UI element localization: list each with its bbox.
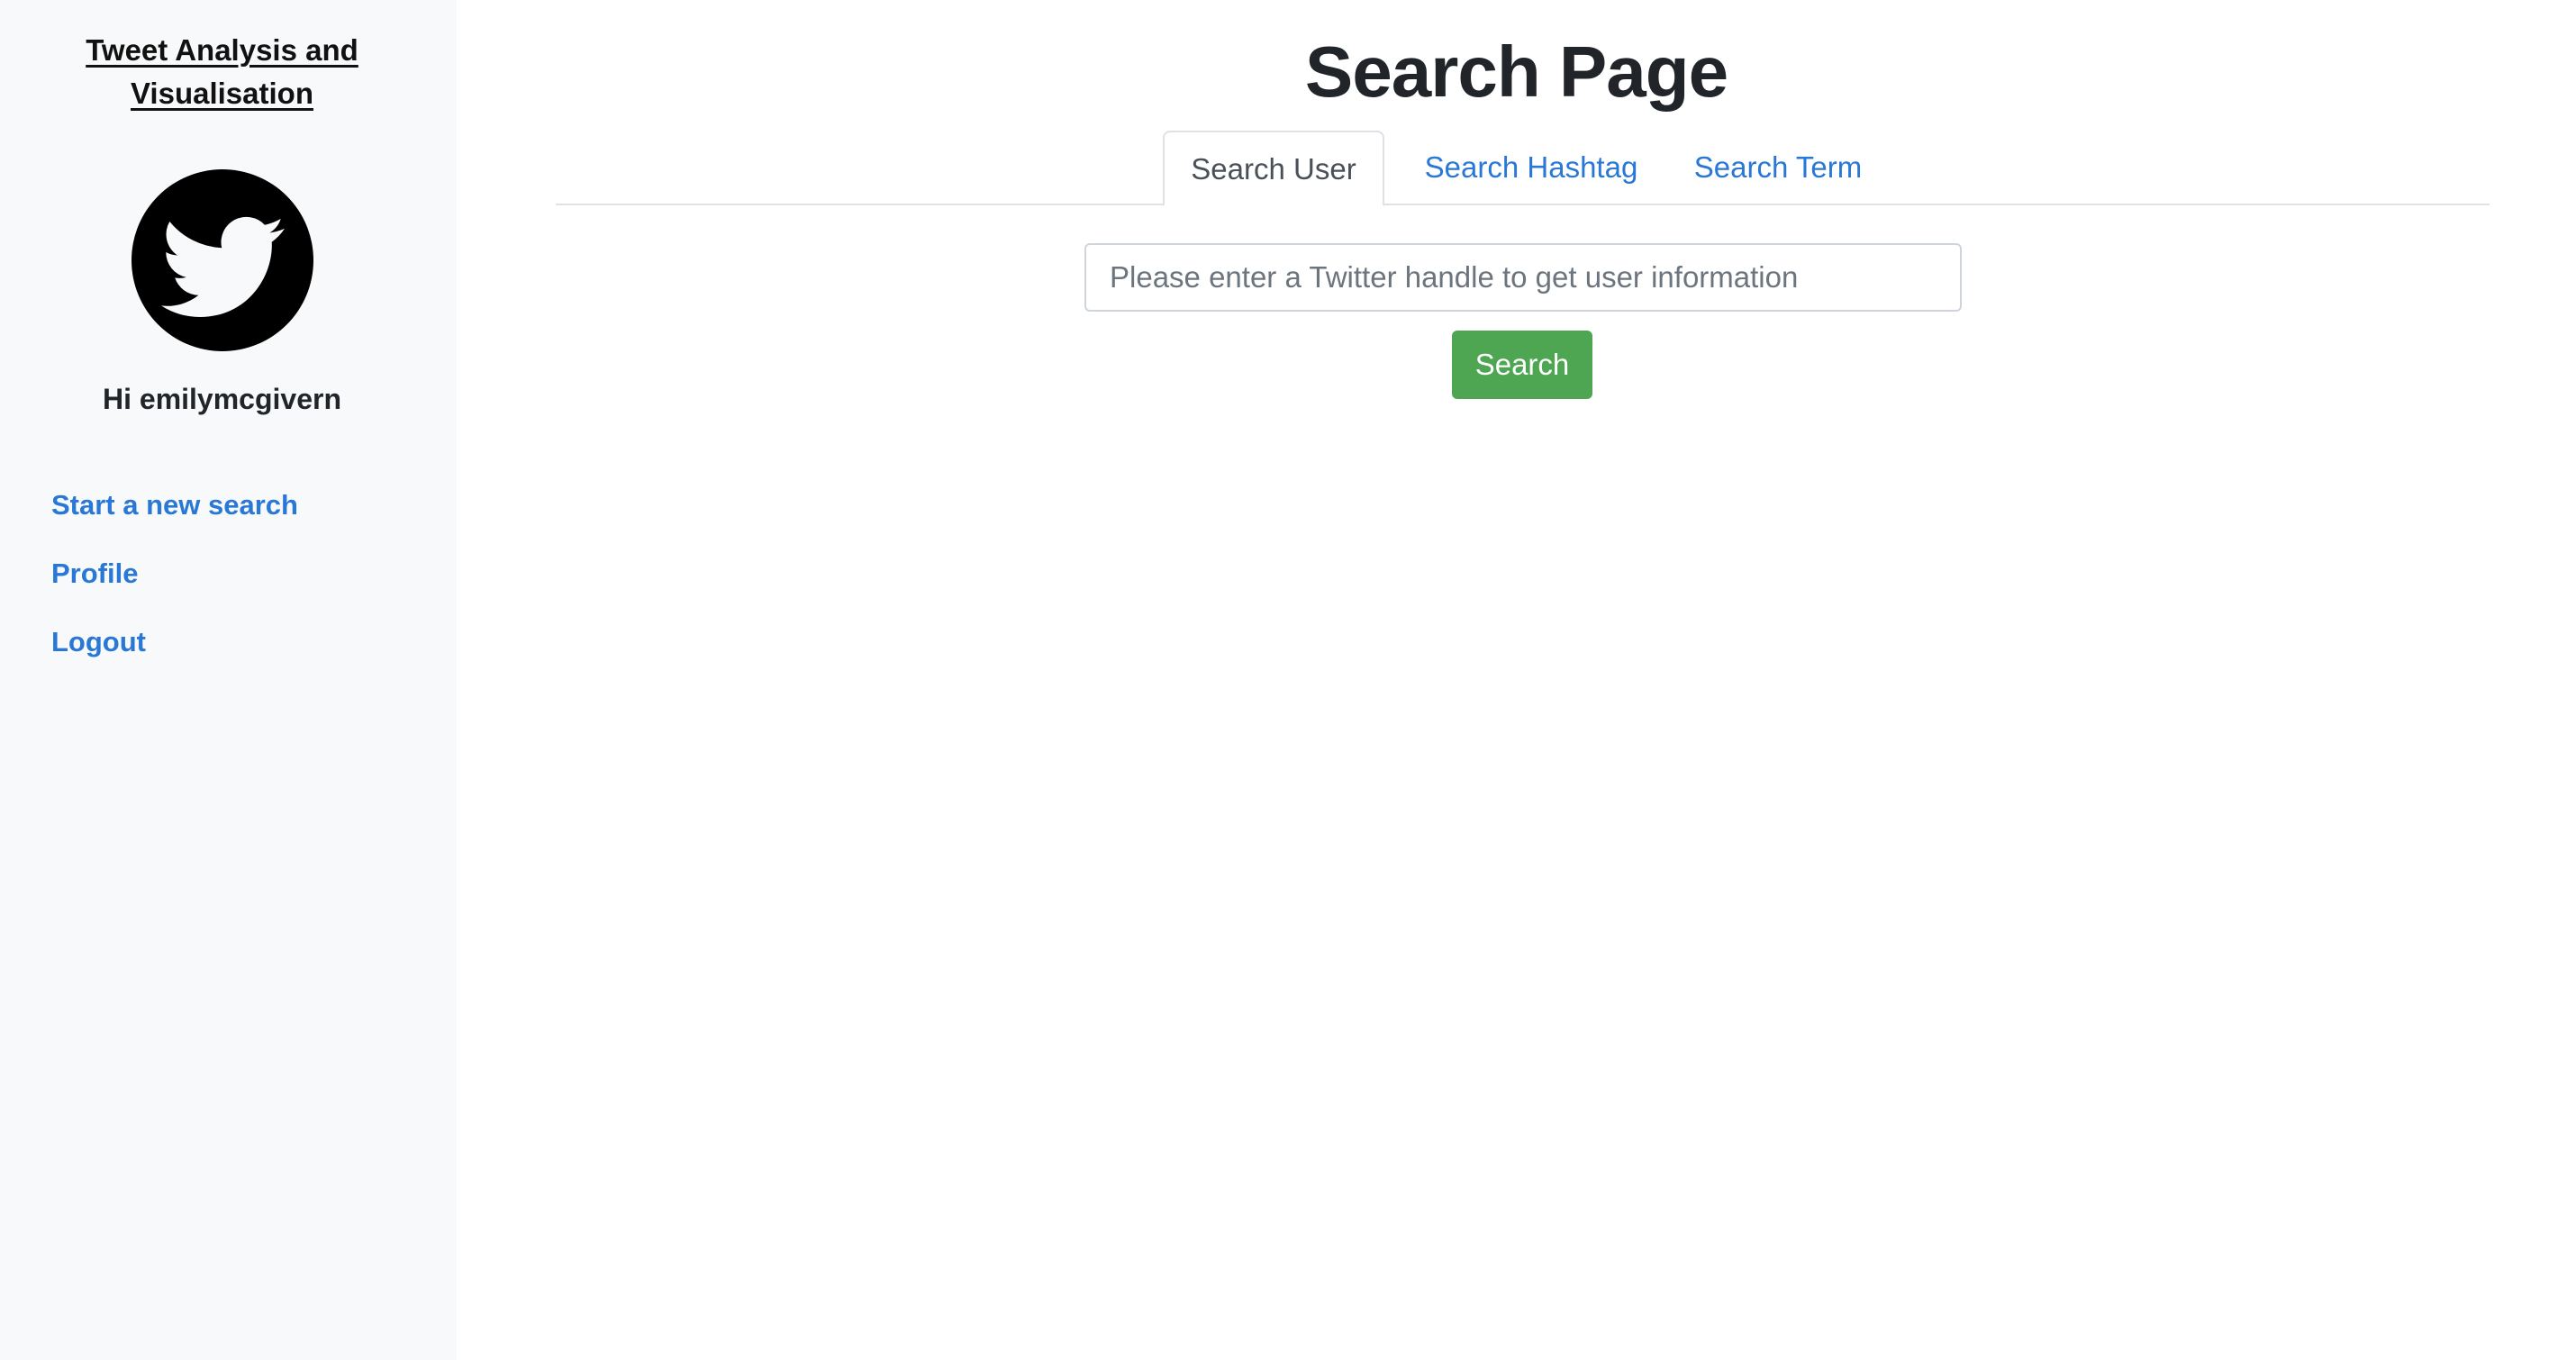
nav-start-new-search[interactable]: Start a new search xyxy=(51,485,298,526)
tab-search-term[interactable]: Search Term xyxy=(1679,131,1877,204)
twitter-bird-icon xyxy=(132,169,313,351)
main-content: Search Page Search User Search Hashtag S… xyxy=(457,0,2576,1360)
page-title: Search Page xyxy=(1304,32,1728,112)
sidebar-nav: Start a new search Profile Logout xyxy=(51,485,298,690)
app-title-link[interactable]: Tweet Analysis and Visualisation xyxy=(0,29,444,115)
tab-search-hashtag[interactable]: Search Hashtag xyxy=(1410,131,1653,204)
twitter-handle-input[interactable] xyxy=(1084,243,1962,312)
user-greeting: Hi emilymcgivern xyxy=(103,383,341,415)
sidebar: Tweet Analysis and Visualisation Hi emil… xyxy=(0,0,457,1360)
app-root: Tweet Analysis and Visualisation Hi emil… xyxy=(0,0,2576,1360)
nav-profile[interactable]: Profile xyxy=(51,553,298,594)
tab-search-user[interactable]: Search User xyxy=(1163,131,1384,206)
nav-logout[interactable]: Logout xyxy=(51,621,298,663)
search-button[interactable]: Search xyxy=(1452,331,1592,399)
